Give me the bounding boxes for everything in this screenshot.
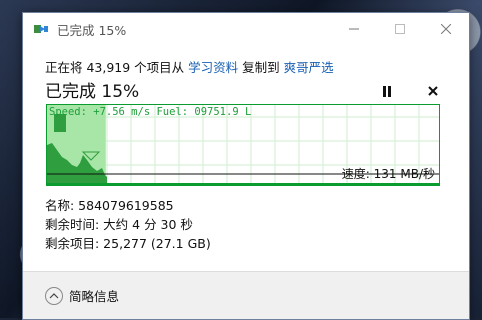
progress-status: 已完成 15%	[45, 77, 139, 102]
items-remaining: 剩余项目: 25,277 (27.1 GB)	[45, 233, 211, 252]
copy-prefix: 正在将 43,919 个项目从	[45, 60, 188, 75]
minimize-button[interactable]	[331, 13, 377, 45]
close-icon	[441, 24, 451, 34]
cancel-icon	[428, 86, 438, 96]
source-folder-link[interactable]: 学习资料	[188, 60, 238, 75]
pause-button[interactable]	[379, 83, 395, 99]
hud-overlay-text: Speed: +7.56 m/s Fuel: 09751.9 L	[49, 106, 251, 118]
cancel-button[interactable]	[425, 83, 441, 99]
title-bar[interactable]: 已完成 15%	[23, 13, 469, 45]
speed-graph: Speed: +7.56 m/s Fuel: 09751.9 L 速度: 131…	[46, 104, 440, 186]
minimize-icon	[349, 24, 359, 34]
destination-folder-link[interactable]: 爽哥严选	[284, 60, 334, 75]
pause-icon	[382, 86, 392, 97]
toggle-label: 简略信息	[69, 286, 119, 305]
maximize-icon	[395, 24, 405, 34]
footer: 简略信息	[23, 271, 469, 319]
maximize-button[interactable]	[377, 13, 423, 45]
fewer-details-toggle[interactable]: 简略信息	[45, 286, 119, 305]
close-window-button[interactable]	[423, 13, 469, 45]
copy-description: 正在将 43,919 个项目从 学习资料 复制到 爽哥严选	[45, 57, 334, 76]
copy-arrow-icon	[33, 21, 49, 37]
window-title: 已完成 15%	[57, 20, 126, 39]
speed-label: 速度: 131 MB/秒	[342, 165, 435, 182]
time-remaining: 剩余时间: 大约 4 分 30 秒	[45, 214, 193, 233]
copy-middle: 复制到	[238, 60, 283, 75]
file-name: 名称: 584079619585	[45, 195, 174, 214]
chevron-up-icon	[45, 287, 63, 305]
copy-progress-dialog: 已完成 15% 正在将 43,919 个项目从 学习资料 复制到 爽哥严选 已完…	[22, 12, 470, 320]
